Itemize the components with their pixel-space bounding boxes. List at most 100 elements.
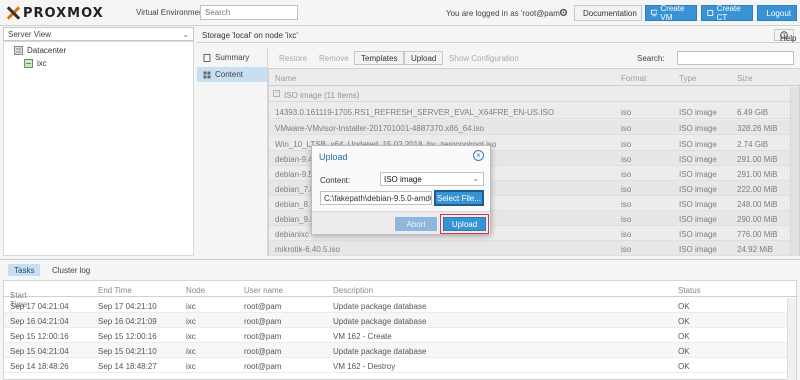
cell-start: Sep 16 04:21:04 — [10, 317, 69, 326]
task-row[interactable]: Sep 14 18:48:26 Sep 14 18:48:27 ixc root@pa… — [4, 358, 788, 373]
task-row[interactable]: Sep 17 04:21:04 Sep 17 04:21:10 ixc root@pa… — [4, 298, 788, 313]
tree-label: ixc — [37, 59, 47, 68]
content-search-input[interactable] — [677, 51, 794, 65]
cell-end: Sep 16 04:21:09 — [98, 317, 157, 326]
content-header: Storage 'local' on node 'ixc' ? Help — [197, 27, 800, 43]
create-vm-label: Create VM — [660, 4, 685, 22]
cell-user: root@pam — [244, 317, 282, 326]
cell-user: root@pam — [244, 347, 282, 356]
book-icon — [203, 53, 211, 62]
cell-description: Update package database — [333, 347, 427, 356]
tree-item-datacenter[interactable]: Datacenter — [14, 46, 66, 55]
cell-node: ixc — [186, 317, 196, 326]
nav-item-content[interactable]: Content — [197, 67, 267, 82]
content-type-value: ISO image — [384, 175, 422, 184]
cell-node: ixc — [186, 332, 196, 341]
logo-text: PROXMOX — [23, 5, 104, 21]
tab-cluster-log[interactable]: Cluster log — [46, 264, 96, 276]
file-path-field[interactable]: C:\fakepath\debian-9.5.0-amd6 — [320, 191, 432, 205]
cell-status: OK — [678, 362, 690, 371]
create-ct-label: Create CT — [716, 4, 741, 22]
column-description[interactable]: Description — [333, 286, 373, 295]
cube-icon — [707, 10, 714, 16]
cell-status: OK — [678, 302, 690, 311]
cell-node: ixc — [186, 302, 196, 311]
chevron-down-icon: ⌄ — [182, 30, 189, 39]
cell-description: VM 162 - Destroy — [333, 362, 396, 371]
node-icon — [24, 59, 33, 68]
top-bar: PROXMOX Virtual Environment 5.1-41 You a… — [0, 0, 800, 26]
help-button[interactable]: ? Help — [774, 29, 797, 43]
tasks-header: Start Time ↑ End Time Node User name Des… — [4, 281, 798, 309]
remove-button[interactable]: Remove — [312, 51, 356, 65]
column-status[interactable]: Status — [678, 286, 701, 295]
create-ct-button[interactable]: Create CT — [701, 4, 753, 22]
search-input[interactable] — [200, 5, 298, 20]
task-row[interactable]: Sep 15 04:21:04 Sep 15 04:21:10 ixc root@pa… — [4, 343, 788, 358]
templates-button[interactable]: Templates — [354, 51, 405, 65]
proxmox-x-icon — [6, 6, 20, 20]
server-view-select[interactable]: Server View ⌄ — [3, 27, 194, 41]
dialog-footer: Abort Upload — [312, 211, 490, 234]
cell-description: Update package database — [333, 302, 427, 311]
cell-end: Sep 17 04:21:10 — [98, 302, 157, 311]
resource-tree: Datacenter ixc — [3, 41, 194, 256]
show-configuration-button[interactable]: Show Configuration — [442, 51, 526, 65]
cell-user: root@pam — [244, 302, 282, 311]
logged-in-label: You are logged in as 'root@pam' — [446, 9, 562, 18]
gear-icon[interactable] — [559, 8, 568, 17]
cell-description: Update package database — [333, 317, 427, 326]
dialog-title: Upload — [319, 152, 348, 162]
documentation-label: Documentation — [583, 8, 637, 18]
log-panel: Tasks Cluster log Start Time ↑ End Time … — [0, 259, 800, 380]
cell-user: root@pam — [244, 362, 282, 371]
upload-highlight: Upload — [440, 214, 489, 234]
content-type-select[interactable]: ISO image ⌄ — [380, 172, 484, 186]
page-title: Storage 'local' on node 'ixc' — [202, 31, 298, 40]
grid-icon — [203, 71, 211, 78]
server-view-value: Server View — [8, 30, 51, 39]
cell-status: OK — [678, 332, 690, 341]
proxmox-logo[interactable]: PROXMOX — [6, 5, 104, 21]
server-icon — [14, 46, 23, 55]
cell-end: Sep 14 18:48:27 — [98, 362, 157, 371]
abort-button[interactable]: Abort — [395, 217, 437, 231]
column-end-time[interactable]: End Time — [98, 286, 132, 295]
tab-tasks[interactable]: Tasks — [8, 264, 41, 276]
column-user[interactable]: User name — [244, 286, 283, 295]
cell-end: Sep 15 04:21:10 — [98, 347, 157, 356]
chevron-down-icon: ⌄ — [472, 174, 479, 183]
select-file-button[interactable]: Select File... — [434, 190, 484, 206]
upload-submit-button[interactable]: Upload — [443, 217, 486, 231]
create-vm-button[interactable]: Create VM — [645, 4, 697, 22]
documentation-button[interactable]: Documentation — [574, 5, 642, 21]
cell-status: OK — [678, 347, 690, 356]
close-icon[interactable]: × — [473, 150, 484, 161]
logout-button[interactable]: Logout — [757, 5, 797, 21]
cell-user: root@pam — [244, 332, 282, 341]
tree-item-node[interactable]: ixc — [24, 59, 47, 68]
task-row[interactable]: Sep 15 12:00:16 Sep 15 12:00:16 ixc root@pa… — [4, 328, 788, 343]
tasks-grid: Start Time ↑ End Time Node User name Des… — [3, 280, 798, 380]
cell-end: Sep 15 12:00:16 — [98, 332, 157, 341]
logout-label: Logout — [766, 8, 791, 18]
restore-button[interactable]: Restore — [272, 51, 314, 65]
cell-node: ixc — [186, 362, 196, 371]
task-row[interactable]: Sep 16 04:21:04 Sep 16 04:21:09 ixc root@pa… — [4, 313, 788, 328]
help-label: Help — [780, 34, 797, 43]
nav-label: Summary — [215, 53, 250, 62]
cell-start: Sep 17 04:21:04 — [10, 302, 69, 311]
column-node[interactable]: Node — [186, 286, 205, 295]
nav-label: Content — [215, 70, 244, 79]
search-label: Search: — [637, 54, 665, 63]
cell-status: OK — [678, 317, 690, 326]
content-label: Content: — [320, 176, 351, 185]
cell-start: Sep 14 18:48:26 — [10, 362, 69, 371]
cell-node: ixc — [186, 347, 196, 356]
cell-start: Sep 15 04:21:04 — [10, 347, 69, 356]
upload-button[interactable]: Upload — [404, 51, 444, 65]
nav-item-summary[interactable]: Summary — [197, 50, 267, 65]
tasks-scrollbar[interactable] — [787, 298, 796, 380]
sign-out-icon — [763, 12, 764, 14]
storage-nav: Summary Content — [197, 48, 268, 256]
